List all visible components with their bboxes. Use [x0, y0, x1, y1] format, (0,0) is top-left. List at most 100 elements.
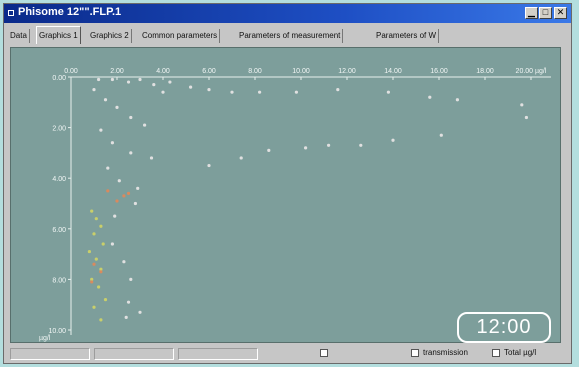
data-point — [99, 224, 103, 228]
data-point — [129, 115, 133, 120]
data-point — [90, 280, 94, 284]
tab-graphics-2[interactable]: Graphics 2 — [88, 29, 132, 43]
y-tick-label: 0.00 — [52, 75, 66, 82]
x-tick-label: 18.00 — [476, 68, 494, 75]
data-point — [122, 260, 126, 264]
close-button[interactable]: ✕ — [554, 7, 567, 19]
y-axis-label: µg/l — [39, 335, 51, 342]
data-point — [103, 98, 108, 102]
data-point — [129, 277, 133, 281]
data-point — [87, 249, 91, 254]
minimize-button[interactable]: ▁ — [525, 7, 538, 19]
data-point — [92, 232, 96, 236]
tab-graphics-1[interactable]: Graphics 1 — [36, 26, 81, 44]
data-point — [99, 318, 103, 322]
app-icon — [8, 10, 14, 16]
data-point — [189, 85, 193, 89]
y-tick-label: 2.00 — [52, 126, 66, 133]
data-point — [97, 77, 101, 82]
data-point — [110, 141, 114, 145]
data-point — [92, 262, 96, 266]
data-point — [520, 103, 524, 107]
total-label: Total µg/l — [504, 348, 537, 357]
tab-common-parameters[interactable]: Common parameters — [140, 29, 221, 43]
data-point — [106, 166, 110, 170]
data-point — [103, 298, 108, 302]
data-point — [267, 148, 271, 152]
data-point — [455, 98, 459, 102]
data-point — [152, 82, 156, 87]
tab-bar: Data Graphics 1 Graphics 2 Common parame… — [8, 26, 567, 44]
data-point — [94, 257, 98, 261]
data-point — [90, 209, 94, 213]
data-point — [304, 146, 308, 150]
data-point — [524, 115, 529, 120]
data-point — [129, 151, 133, 155]
checkbox-unlabeled[interactable] — [320, 349, 328, 357]
x-tick-label: 16.00 — [430, 68, 448, 75]
time-overlay: 12:00 — [457, 312, 551, 343]
data-point — [336, 88, 340, 92]
data-point — [136, 186, 140, 190]
data-point — [126, 191, 131, 195]
data-point — [113, 214, 117, 218]
data-point — [258, 90, 262, 94]
x-tick-label: 4.00 — [156, 68, 170, 75]
window-title: Phisome 12"".FLP.1 — [18, 6, 122, 18]
data-point — [106, 189, 110, 193]
data-point — [97, 285, 101, 289]
tab-parameters-of-measurement[interactable]: Parameters of measurement — [237, 29, 344, 43]
x-tick-label: 2.00 — [110, 68, 124, 75]
data-point — [101, 242, 105, 246]
data-point — [359, 143, 363, 147]
x-tick-label: 6.00 — [202, 68, 216, 75]
graph-panel: 0.00 2.00 4.00 6.00 8.00 10.00 12.00 14.00 16.00… — [10, 47, 561, 343]
transmission-checkbox[interactable] — [411, 349, 419, 357]
x-tick-label: 0.00 — [64, 68, 78, 75]
y-tick-label: 6.00 — [52, 227, 66, 234]
x-tick-label: 8.00 — [248, 68, 262, 75]
data-point — [122, 194, 126, 198]
data-point — [230, 90, 234, 94]
data-point — [92, 88, 96, 92]
maximize-button[interactable]: □ — [539, 7, 552, 19]
x-tick-label: 10.00 — [292, 68, 310, 75]
data-point — [94, 217, 98, 221]
status-bar: transmission Total µg/l — [10, 346, 565, 362]
data-point — [110, 77, 114, 82]
data-point — [138, 310, 142, 314]
application-window: Phisome 12"".FLP.1 ▁ □ ✕ Data Graphics 1… — [3, 3, 572, 364]
data-point — [124, 315, 128, 319]
data-point — [428, 95, 432, 99]
y-tick-label: 8.00 — [52, 277, 66, 284]
x-tick-label: 20.00 µg/l — [516, 68, 547, 75]
data-point — [115, 105, 119, 109]
data-point — [143, 123, 147, 127]
data-point — [126, 300, 131, 304]
data-point — [138, 77, 142, 82]
data-point — [161, 90, 165, 94]
y-tick-label: 10.00 — [48, 328, 66, 335]
tab-data[interactable]: Data — [8, 29, 30, 43]
tab-parameters-of-w[interactable]: Parameters of W — [374, 29, 440, 43]
data-point — [115, 199, 119, 203]
data-point — [294, 90, 298, 94]
status-field-3 — [178, 348, 258, 360]
transmission-label: transmission — [423, 348, 468, 357]
data-point — [133, 201, 137, 206]
data-point — [207, 88, 211, 92]
data-point — [386, 90, 390, 94]
data-point — [327, 143, 331, 147]
total-checkbox[interactable] — [492, 349, 500, 357]
data-point — [168, 80, 172, 84]
y-tick-label: 4.00 — [52, 176, 66, 183]
data-point — [99, 128, 103, 132]
data-point — [391, 138, 395, 142]
data-point — [99, 270, 103, 274]
title-bar[interactable]: Phisome 12"".FLP.1 ▁ □ ✕ — [4, 4, 571, 23]
x-tick-label: 14.00 — [384, 68, 402, 75]
scatter-chart: 0.00 2.00 4.00 6.00 8.00 10.00 12.00 14.00 16.00… — [39, 68, 551, 342]
data-point — [439, 133, 443, 137]
data-point — [149, 156, 154, 160]
data-point — [207, 163, 211, 168]
